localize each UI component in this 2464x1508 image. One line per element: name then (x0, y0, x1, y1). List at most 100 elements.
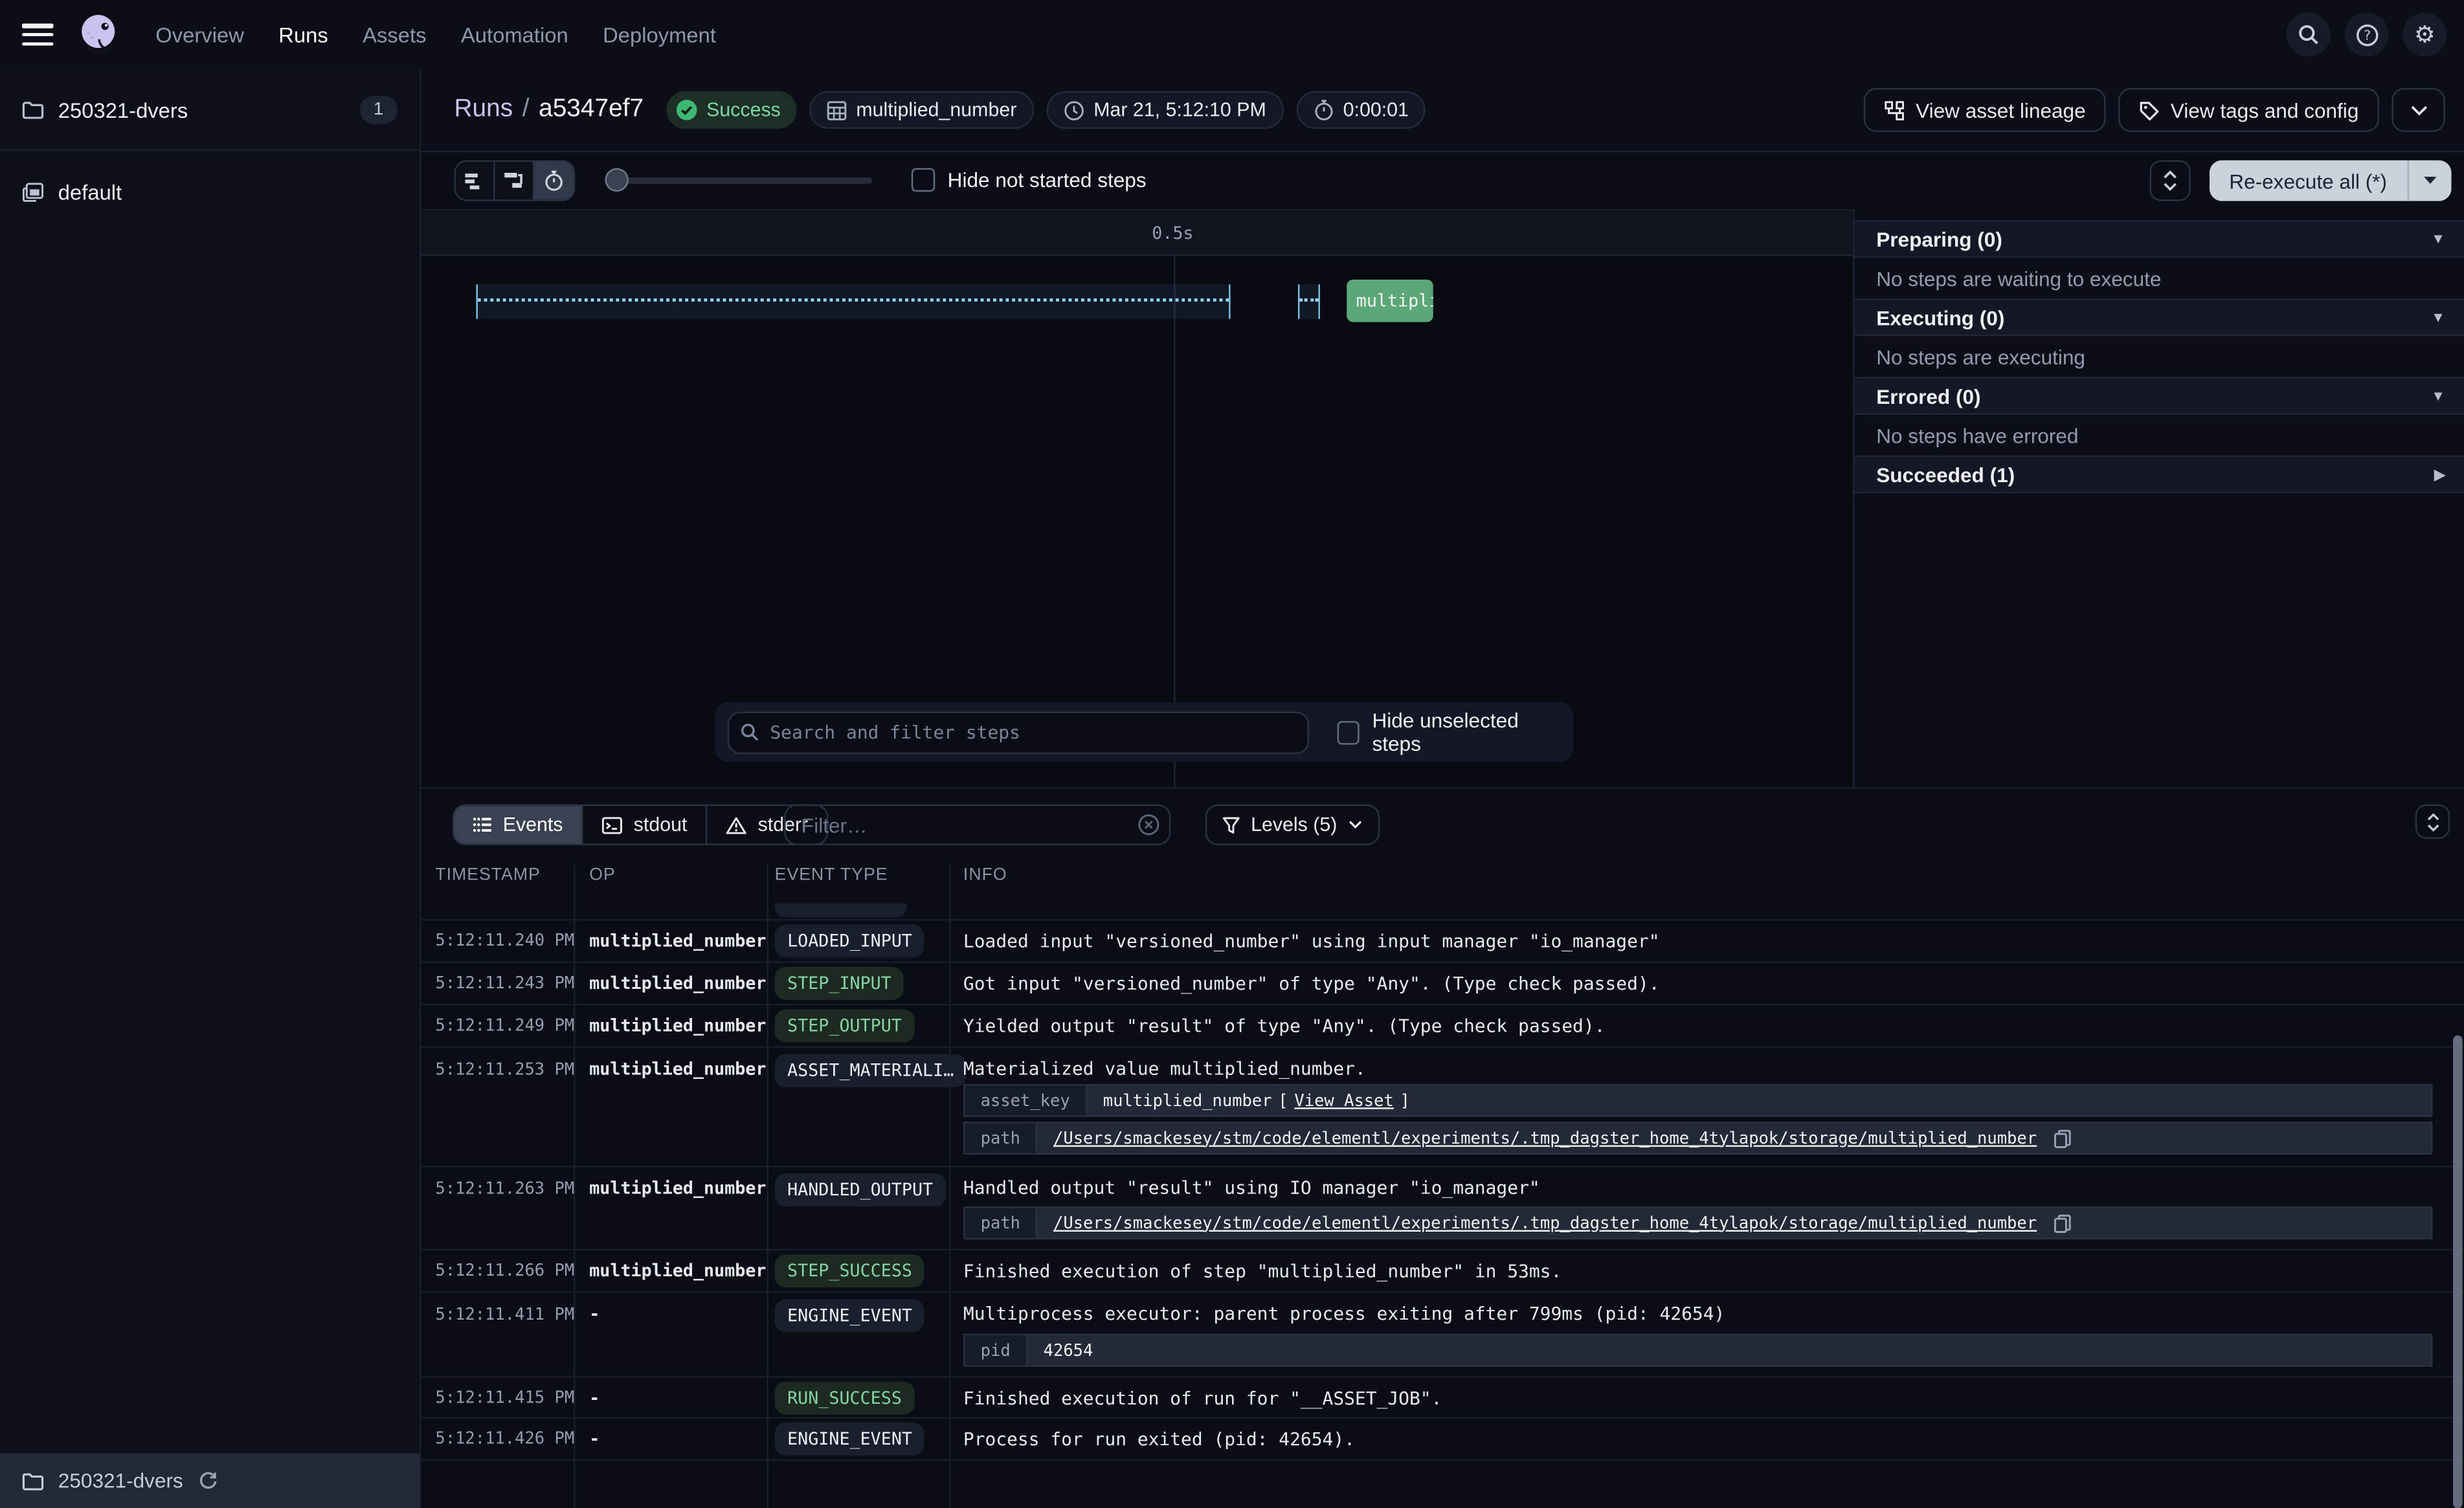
reexecute-button[interactable]: Re-execute all (*) (2209, 161, 2409, 201)
sidebar-group-item[interactable]: default (0, 170, 420, 214)
menu-icon[interactable] (22, 23, 54, 45)
table-row[interactable]: 5:12:11.243 PM multiplied_number STEP_IN… (421, 963, 2464, 1006)
event-info: Materialized value multiplied_number. (963, 1058, 1366, 1080)
event-type-pill: HANDLED_OUTPUT (775, 1173, 946, 1206)
unfold-icon (2162, 170, 2177, 192)
copy-icon[interactable] (2054, 1214, 2072, 1232)
step-waiting-region (476, 284, 1230, 318)
bracket: ] (1400, 1091, 1410, 1110)
waterfall-view-button[interactable] (495, 162, 535, 199)
col-event-type: EVENT TYPE (775, 865, 888, 903)
nav-runs[interactable]: Runs (278, 23, 328, 46)
table-row[interactable]: 5:12:11.415 PM - RUN_SUCCESS Finished ex… (421, 1378, 2464, 1419)
table-row[interactable]: 5:12:11.266 PM multiplied_number STEP_SU… (421, 1250, 2464, 1293)
gear-icon: ⚙ (2414, 23, 2436, 46)
search-button[interactable] (2287, 12, 2331, 56)
run-datetime: Mar 21, 5:12:10 PM (1093, 99, 1266, 121)
gantt-step-bar[interactable]: multipli… (1347, 280, 1433, 322)
table-row[interactable]: 5:12:11.253 PM multiplied_number ASSET_M… (421, 1048, 2464, 1167)
hide-not-started-checkbox[interactable] (912, 168, 935, 192)
zoom-slider[interactable] (605, 177, 873, 184)
event-log-panel: Events stdout stderr (421, 789, 2464, 1508)
hide-unselected-checkbox[interactable] (1338, 720, 1360, 744)
gantt-expand-button[interactable] (2149, 161, 2190, 201)
zoom-slider-handle[interactable] (605, 168, 629, 192)
section-succeeded[interactable]: Succeeded (1) ▶ (1854, 456, 2464, 493)
hide-not-started-checkbox-row[interactable]: Hide not started steps (912, 168, 1147, 192)
terminal-icon (602, 816, 623, 834)
nav-deployment[interactable]: Deployment (603, 23, 716, 46)
clock-icon (1064, 100, 1084, 120)
search-icon (740, 722, 759, 740)
table-row[interactable]: 5:12:11.240 PM multiplied_number LOADED_… (421, 920, 2464, 963)
dagster-logo[interactable] (74, 11, 121, 58)
waterfall-view-icon (504, 172, 524, 190)
event-timestamp: 5:12:11.253 PM (435, 1060, 574, 1079)
hide-unselected-label: Hide unselected steps (1372, 709, 1560, 756)
copy-icon[interactable] (2054, 1129, 2072, 1148)
breadcrumb-separator: / (522, 96, 530, 124)
breadcrumb-runs-link[interactable]: Runs (454, 96, 513, 124)
view-asset-lineage-button[interactable]: View asset lineage (1864, 88, 2106, 132)
chevron-down-icon (2410, 104, 2427, 115)
section-errored-body: No steps have errored (1854, 415, 2464, 456)
asset-tag-pill[interactable]: multiplied_number (809, 91, 1034, 129)
nav-assets[interactable]: Assets (363, 23, 426, 46)
step-search-input[interactable] (728, 711, 1309, 753)
table-row[interactable]: 5:12:11.249 PM multiplied_number STEP_OU… (421, 1005, 2464, 1048)
event-type-pill: STEP_INPUT (775, 967, 904, 1000)
section-preparing[interactable]: Preparing (0) ▼ (1854, 220, 2464, 258)
event-op: multiplied_number (589, 973, 766, 994)
view-asset-link[interactable]: View Asset (1294, 1091, 1393, 1110)
scrollbar-thumb[interactable] (2453, 1036, 2463, 1508)
sidebar-repo-item[interactable]: 250321-dvers 1 (0, 88, 420, 132)
section-executing[interactable]: Executing (0) ▼ (1854, 298, 2464, 336)
nav-overview[interactable]: Overview (155, 23, 244, 46)
help-button[interactable]: ? (2345, 12, 2389, 56)
tab-stdout[interactable]: stdout (583, 806, 708, 843)
log-expand-button[interactable] (2415, 804, 2450, 839)
event-info: Finished execution of step "multiplied_n… (963, 1260, 1562, 1282)
bracket: [ (1278, 1091, 1288, 1110)
timed-view-button[interactable] (534, 162, 574, 199)
sidebar-footer[interactable]: 250321-dvers (0, 1453, 420, 1508)
nav-automation[interactable]: Automation (461, 23, 568, 46)
reexecute-split-button: Re-execute all (*) (2209, 161, 2452, 201)
metadata-row-path: path /Users/smackesey/stm/code/elementl/… (963, 1206, 2433, 1239)
metadata-key: path (965, 1124, 1037, 1153)
run-datetime-pill: Mar 21, 5:12:10 PM (1046, 91, 1283, 129)
event-type-pill: STEP_OUTPUT (775, 1010, 915, 1043)
settings-button[interactable]: ⚙ (2402, 12, 2447, 56)
run-duration-pill: 0:00:01 (1296, 91, 1426, 129)
log-tabs: Events stdout stderr (453, 804, 829, 845)
event-info: Multiprocess executor: parent process ex… (963, 1302, 1725, 1324)
gantt-time-axis: 0.5s (421, 209, 1853, 256)
log-filter-input[interactable] (784, 804, 1170, 845)
reload-icon[interactable] (197, 1470, 218, 1491)
left-sidebar: 250321-dvers 1 default 250321-dvers (0, 69, 421, 1508)
section-errored[interactable]: Errored (0) ▼ (1854, 377, 2464, 415)
asset-icon (826, 100, 847, 120)
view-tags-config-button[interactable]: View tags and config (2119, 88, 2379, 132)
path-link[interactable]: /Users/smackesey/stm/code/elementl/exper… (1053, 1214, 2037, 1232)
step-connector (1298, 284, 1320, 318)
hide-unselected-checkbox-row[interactable]: Hide unselected steps (1338, 709, 1561, 756)
status-badge: Success (666, 91, 796, 129)
table-row[interactable]: 5:12:11.426 PM - ENGINE_EVENT Process fo… (421, 1419, 2464, 1461)
path-link[interactable]: /Users/smackesey/stm/code/elementl/exper… (1053, 1129, 2037, 1148)
table-row[interactable]: 5:12:11.263 PM multiplied_number HANDLED… (421, 1167, 2464, 1250)
event-type-pill: ENGINE_EVENT (775, 1423, 925, 1456)
tab-events[interactable]: Events (454, 806, 583, 843)
event-timestamp: 5:12:11.263 PM (435, 1180, 574, 1199)
gantt-workspace: 0.5s multipli… Hide unselected steps (421, 209, 2464, 789)
run-id: a5347ef7 (539, 96, 644, 124)
table-row[interactable]: 5:12:11.411 PM - ENGINE_EVENT Multiproce… (421, 1293, 2464, 1378)
levels-filter-button[interactable]: Levels (5) (1205, 804, 1380, 845)
event-timestamp: 5:12:11.411 PM (435, 1305, 574, 1324)
warning-icon (726, 816, 747, 834)
run-actions-dropdown-button[interactable] (2391, 88, 2445, 132)
list-icon (473, 817, 492, 832)
clear-filter-icon[interactable] (1137, 814, 1159, 836)
flat-view-button[interactable] (456, 162, 495, 199)
reexecute-dropdown-button[interactable] (2409, 161, 2452, 201)
